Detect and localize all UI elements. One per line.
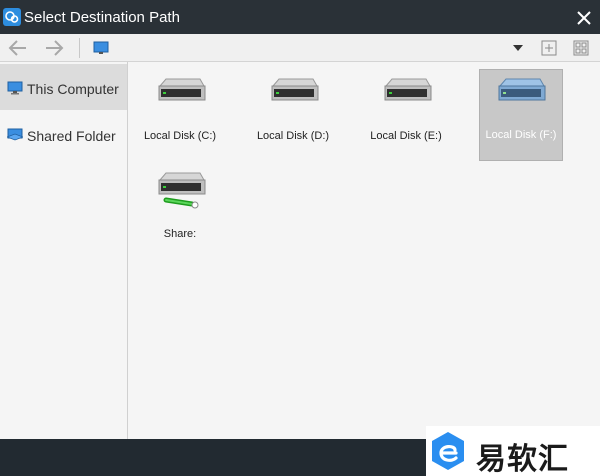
drive-label: Local Disk (E:) xyxy=(370,130,442,142)
view-mode-button[interactable] xyxy=(569,36,593,60)
drive-label: Local Disk (D:) xyxy=(256,130,330,142)
watermark-text: 易软汇 xyxy=(476,442,569,476)
title-bar: Select Destination Path xyxy=(0,0,600,34)
sidebar-item-label: Shared Folder xyxy=(27,128,116,144)
shared-folder-icon xyxy=(7,128,23,141)
sidebar-item-shared-folder[interactable]: Shared Folder xyxy=(0,112,127,158)
new-folder-button[interactable] xyxy=(537,36,561,60)
e-logo-icon xyxy=(432,432,464,470)
location-button[interactable] xyxy=(90,36,114,60)
app-icon xyxy=(3,8,21,26)
network-drive-icon xyxy=(158,172,206,209)
watermark: 易软汇 xyxy=(426,426,600,476)
computer-icon xyxy=(93,41,109,54)
drive-tile-d[interactable]: Local Disk (D:) xyxy=(251,70,335,162)
back-button[interactable] xyxy=(6,36,30,60)
hard-drive-icon xyxy=(498,78,546,101)
drive-tile-e[interactable]: Local Disk (E:) xyxy=(364,70,448,162)
drive-label: Local Disk (F:) xyxy=(485,129,557,141)
close-button[interactable] xyxy=(572,6,596,30)
dropdown-button[interactable] xyxy=(506,36,530,60)
drive-tile-c[interactable]: Local Disk (C:) xyxy=(138,70,222,162)
drive-label: Local Disk (C:) xyxy=(143,130,217,142)
plus-square-icon xyxy=(541,40,557,56)
sidebar-item-label: This Computer xyxy=(27,81,119,97)
network-share-tile[interactable]: Share: xyxy=(138,166,222,258)
arrow-right-icon xyxy=(46,40,64,56)
toolbar xyxy=(0,34,600,62)
close-icon xyxy=(577,11,591,25)
drive-tile-f[interactable]: Local Disk (F:) xyxy=(479,69,563,161)
forward-button[interactable] xyxy=(42,36,66,60)
sidebar-item-this-computer[interactable]: This Computer xyxy=(0,64,127,110)
hard-drive-icon xyxy=(158,78,206,101)
computer-icon xyxy=(7,81,23,95)
grid-view-icon xyxy=(573,40,589,56)
sidebar: This Computer Shared Folder xyxy=(0,62,128,439)
toolbar-divider xyxy=(79,38,80,58)
triangle-down-icon xyxy=(513,45,523,51)
window-title: Select Destination Path xyxy=(24,9,180,26)
arrow-left-icon xyxy=(8,40,26,56)
share-label: Share: xyxy=(163,228,197,240)
hard-drive-icon xyxy=(271,78,319,101)
hard-drive-icon xyxy=(384,78,432,101)
file-pane: Local Disk (C:) Local Disk (D:) Local Di… xyxy=(128,62,600,439)
